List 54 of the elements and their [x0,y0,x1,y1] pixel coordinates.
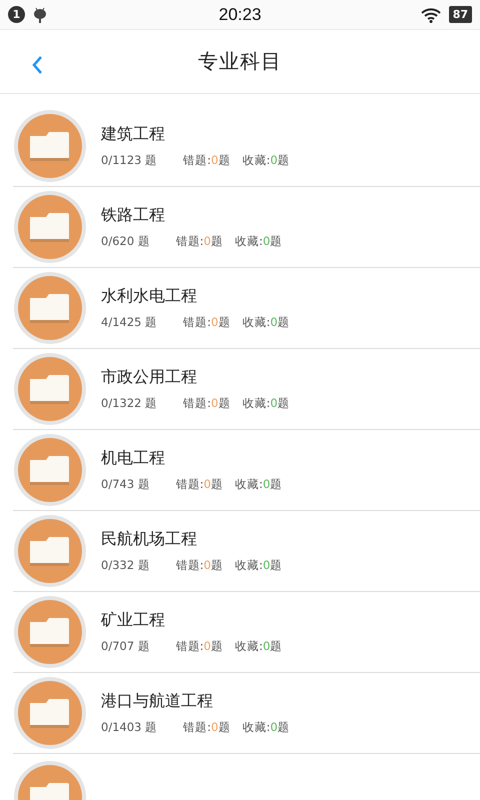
progress-count: 0/707 题 [101,639,150,654]
wrong-count: 错题:0题 [183,720,230,735]
favorite-count: 收藏:0题 [235,639,282,654]
favorite-count: 收藏:0题 [242,720,290,735]
favorite-count: 收藏:0题 [242,153,290,168]
folder-icon [13,514,87,588]
subject-title: 港口与航道工程 [101,691,214,712]
page-title: 专业科目 [198,48,282,76]
progress-count: 0/620 题 [101,234,150,249]
folder-icon [13,595,87,669]
subject-row[interactable]: 民航机场工程 0/332 题 错题:0题 收藏:0题 [13,511,480,592]
notification-badge: 1 [8,6,25,24]
subject-title: 市政公用工程 [101,367,198,388]
folder-icon [13,676,87,750]
subject-row[interactable]: 水利水电工程 4/1425 题 错题:0题 收藏:0题 [13,268,480,349]
wifi-icon [420,6,441,23]
subject-row[interactable]: 矿业工程 0/707 题 错题:0题 收藏:0题 [13,592,480,673]
wrong-count: 错题:0题 [183,396,230,411]
favorite-count: 收藏:0题 [235,234,282,249]
progress-count: 0/1322 题 [101,396,158,411]
subject-row[interactable]: 机电工程 0/743 题 错题:0题 收藏:0题 [13,430,480,511]
wrong-count: 错题:0题 [176,639,223,654]
folder-icon [13,433,87,507]
wrong-count: 错题:0题 [176,234,223,249]
subject-title: 机电工程 [101,448,166,469]
favorite-count: 收藏:0题 [242,396,290,411]
battery-level: 87 [448,6,472,24]
progress-count: 0/1123 题 [101,153,158,168]
subject-row[interactable]: 建筑工程 0/1123 题 错题:0题 收藏:0题 [13,106,480,187]
progress-count: 0/1403 题 [101,720,158,735]
wrong-count: 错题:0题 [176,477,223,492]
wrong-count: 错题:0题 [183,153,230,168]
progress-count: 0/743 题 [101,477,150,492]
progress-count: 0/332 题 [101,558,150,573]
favorite-count: 收藏:0题 [235,477,282,492]
folder-icon [13,352,87,426]
wrong-count: 错题:0题 [176,558,223,573]
subject-title: 建筑工程 [101,124,166,145]
folder-icon [13,190,87,264]
favorite-count: 收藏:0题 [235,558,282,573]
favorite-count: 收藏:0题 [242,315,290,330]
folder-icon [13,109,87,183]
subject-title: 水利水电工程 [101,286,198,307]
subject-row[interactable]: 港口与航道工程 0/1403 题 错题:0题 收藏:0题 [13,673,480,754]
subject-title: 矿业工程 [101,610,166,631]
folder-icon [13,271,87,345]
chevron-left-icon [31,55,43,76]
subject-row[interactable]: 市政公用工程 0/1322 题 错题:0题 收藏:0题 [13,349,480,430]
subject-row[interactable]: 铁路工程 0/620 题 错题:0题 收藏:0题 [13,187,480,268]
progress-count: 4/1425 题 [101,315,158,330]
subject-title: 民航机场工程 [101,529,198,550]
wrong-count: 错题:0题 [183,315,230,330]
subject-title: 铁路工程 [101,205,166,226]
clock-time: 20:23 [218,4,262,25]
